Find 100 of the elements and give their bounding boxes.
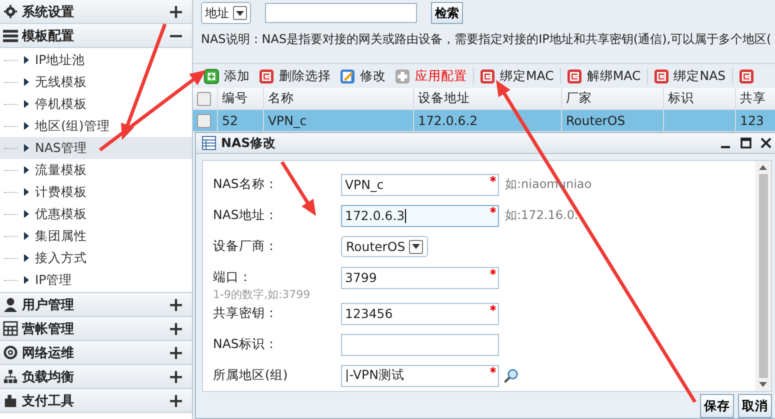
vendor-select[interactable]: RouterOS bbox=[341, 236, 428, 257]
caret-icon bbox=[409, 240, 424, 254]
sidebar-section[interactable]: 网络运维 bbox=[0, 341, 192, 365]
field-label: NAS名称： bbox=[213, 176, 279, 193]
field-label: 端口： bbox=[213, 269, 253, 286]
search-button[interactable]: 检索 bbox=[431, 2, 463, 24]
close-icon[interactable] bbox=[760, 137, 772, 149]
triangle-icon bbox=[24, 56, 29, 64]
triangle-icon bbox=[24, 78, 29, 86]
annotation-arrow bbox=[280, 161, 316, 216]
pencil-icon bbox=[340, 68, 355, 84]
row-checkbox[interactable] bbox=[197, 114, 211, 128]
maximize-icon[interactable] bbox=[740, 137, 752, 149]
search-icon[interactable] bbox=[503, 368, 519, 384]
sidebar-item[interactable]: IP管理 bbox=[0, 269, 192, 291]
table-icon bbox=[202, 136, 216, 150]
triangle-icon bbox=[24, 232, 29, 240]
sidebar-item[interactable]: 无线模板 bbox=[0, 71, 192, 93]
column-header: 共享 bbox=[740, 90, 766, 107]
sidebar-section[interactable]: 用户管理 bbox=[0, 293, 192, 317]
sidebar-item[interactable]: 优惠模板 bbox=[0, 203, 192, 225]
delete-icon bbox=[654, 68, 669, 84]
input-field[interactable] bbox=[341, 334, 499, 356]
delete-icon bbox=[738, 68, 754, 84]
column-header: 设备地址 bbox=[418, 90, 470, 107]
field-label: 所属地区(组) bbox=[213, 367, 289, 384]
field-select[interactable]: 地址 bbox=[201, 2, 251, 24]
expand-icon bbox=[170, 346, 182, 358]
hierarchy-icon bbox=[3, 369, 18, 384]
triangle-icon bbox=[24, 276, 29, 284]
toolbar-button[interactable]: 添加 bbox=[201, 68, 253, 84]
search-field[interactable] bbox=[265, 3, 417, 23]
expand-icon bbox=[170, 394, 182, 406]
sidebar-item[interactable]: IP地址池 bbox=[0, 49, 192, 71]
toolbar-button[interactable]: 绑定NAS bbox=[650, 68, 729, 84]
header-checkbox[interactable] bbox=[197, 92, 211, 106]
table-cell: 123 bbox=[740, 113, 764, 128]
scroll-up-icon[interactable] bbox=[759, 165, 767, 170]
sidebar-section[interactable]: 负载均衡 bbox=[0, 365, 192, 389]
field-label: NAS地址： bbox=[213, 207, 279, 224]
sidebar-item[interactable]: 计费模板 bbox=[0, 181, 192, 203]
user-icon bbox=[3, 297, 18, 312]
sidebar-item[interactable]: NAS管理 bbox=[0, 137, 192, 159]
gear-icon bbox=[3, 4, 18, 19]
plus-icon bbox=[204, 68, 219, 84]
toolbar-button[interactable]: 删除选择 bbox=[256, 68, 334, 84]
sidebar-item[interactable]: 停机模板 bbox=[0, 93, 192, 115]
toolbar-button[interactable]: 修改 bbox=[337, 68, 389, 84]
input-field[interactable]: 172.0.6.3 bbox=[341, 204, 499, 226]
column-header: 名称 bbox=[268, 90, 294, 107]
section-title: 支付工具 bbox=[22, 392, 75, 410]
delete-icon bbox=[259, 68, 274, 84]
scroll-down-icon[interactable] bbox=[759, 382, 767, 387]
toolbar-button[interactable]: 绑定MAC bbox=[477, 68, 557, 84]
section-title: 系统设置 bbox=[22, 4, 75, 20]
dialog-button[interactable]: 保存 bbox=[700, 394, 734, 418]
triangle-icon bbox=[24, 122, 29, 130]
table-cell: 172.0.6.2 bbox=[418, 113, 478, 128]
triangle-icon bbox=[24, 100, 29, 108]
input-field[interactable]: |-VPN测试 bbox=[341, 364, 499, 386]
input-field[interactable]: 3799 bbox=[341, 266, 499, 288]
section-title: 营帐管理 bbox=[22, 320, 75, 338]
sidebar-section[interactable]: 支付工具 bbox=[0, 389, 192, 413]
description-text: NAS说明：NAS是指要对接的网关或路由设备，需要指定对接的IP地址和共享密钥(通信),可以属于多个地区( bbox=[200, 31, 772, 48]
toolbar-button[interactable]: 应用配置 bbox=[392, 68, 470, 84]
field-label: NAS标识： bbox=[213, 336, 279, 353]
table-row[interactable]: 52 VPN_c 172.0.6.2 RouterOS 123 bbox=[193, 110, 775, 132]
sidebar-section[interactable]: 营帐管理 bbox=[0, 317, 192, 341]
hint-text: 1-9的数字,如:3799 bbox=[213, 287, 312, 302]
delete-icon bbox=[566, 68, 582, 84]
sidebar-section[interactable]: 系统设置 bbox=[0, 0, 192, 24]
triangle-icon bbox=[24, 254, 29, 262]
field-label: 设备厂商： bbox=[213, 238, 279, 255]
scrollbar[interactable] bbox=[755, 161, 771, 391]
input-field[interactable]: VPN_c bbox=[341, 174, 499, 196]
field-label: 共享密钥： bbox=[213, 305, 279, 322]
sidebar-item[interactable]: 地区(组)管理 bbox=[0, 115, 192, 137]
input-field[interactable]: 123456 bbox=[341, 302, 499, 324]
toolbar-button[interactable]: 解绑MAC bbox=[564, 68, 644, 84]
triangle-icon bbox=[24, 210, 29, 218]
list-icon bbox=[3, 28, 18, 43]
dialog-button[interactable]: 取消 bbox=[738, 394, 772, 418]
section-title: 模板配置 bbox=[22, 28, 75, 44]
column-header: 标识 bbox=[668, 90, 694, 107]
calculator-icon bbox=[3, 321, 18, 336]
triangle-icon bbox=[24, 166, 29, 174]
section-title: 网络运维 bbox=[22, 344, 75, 362]
sidebar-item[interactable]: 接入方式 bbox=[0, 247, 192, 269]
expand-icon bbox=[170, 370, 182, 382]
sidebar-item[interactable]: 流量模板 bbox=[0, 159, 192, 181]
expand-icon bbox=[170, 298, 182, 310]
triangle-icon bbox=[24, 144, 29, 152]
sidebar-section[interactable]: 模板配置 bbox=[0, 24, 192, 48]
sidebar-item[interactable]: 集团属性 bbox=[0, 225, 192, 247]
delete-icon bbox=[480, 68, 495, 84]
expand-icon bbox=[170, 322, 182, 334]
column-header: 厂家 bbox=[566, 90, 592, 107]
table-cell: RouterOS bbox=[566, 113, 626, 128]
dialog-title: NAS修改 bbox=[221, 134, 278, 152]
section-title: 负载均衡 bbox=[22, 368, 75, 386]
